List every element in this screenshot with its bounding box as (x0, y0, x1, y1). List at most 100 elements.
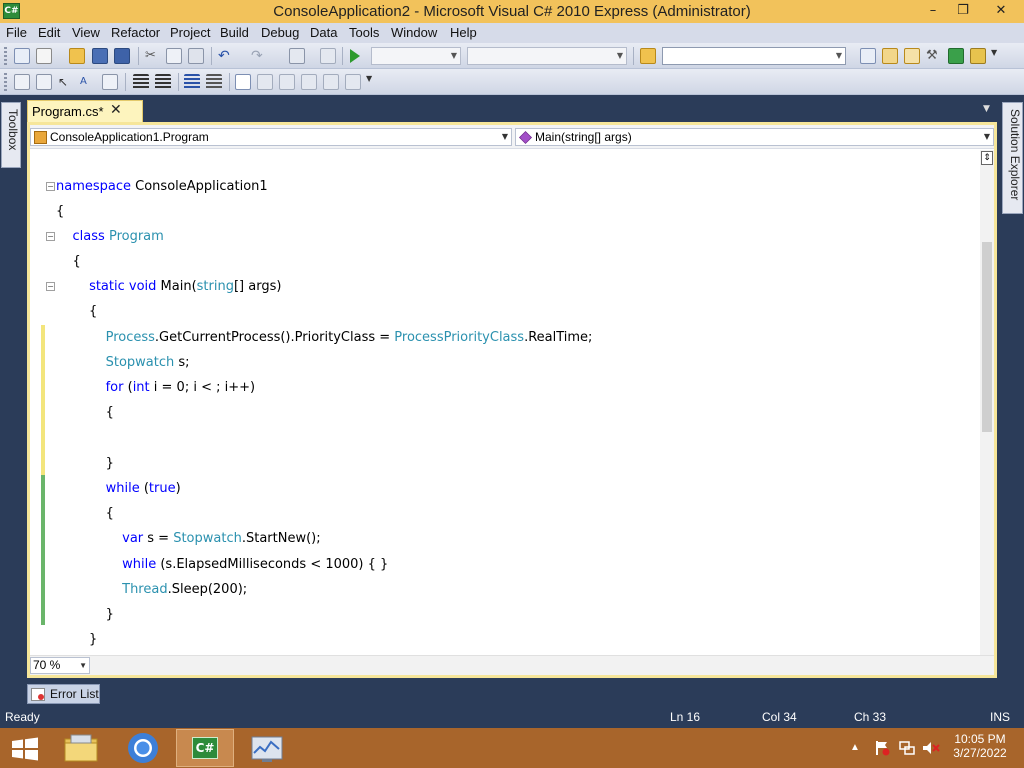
text-editor-toolbar: ↖ A ▼ (0, 69, 1024, 95)
toolbar-grip[interactable] (4, 73, 7, 91)
code-area[interactable]: − − − namespace ConsoleApplication1 { cl… (30, 150, 980, 655)
menu-window[interactable]: Window (391, 23, 437, 43)
network-icon[interactable] (899, 740, 915, 756)
windows-logo-icon (12, 737, 38, 761)
decrease-indent-icon[interactable] (133, 74, 149, 90)
volume-muted-icon[interactable] (922, 740, 940, 756)
splitter-icon[interactable]: ⇕ (981, 151, 993, 165)
toolbox-tab[interactable]: Toolbox (1, 102, 21, 168)
next-bookmark-in-folder-icon[interactable] (323, 74, 339, 90)
code-line: Stopwatch s; (105, 355, 190, 370)
next-bookmark-icon[interactable] (279, 74, 295, 90)
find-in-files-icon[interactable] (640, 48, 656, 64)
redo-icon[interactable]: ↷ (251, 48, 267, 64)
menu-project[interactable]: Project (170, 23, 210, 43)
open-folder-icon[interactable] (69, 48, 85, 64)
close-button[interactable]: ✕ (978, 0, 1024, 22)
add-item-icon[interactable] (36, 48, 52, 64)
visual-csharp-icon: C# (192, 737, 218, 759)
performance-monitor-taskbar-button[interactable] (238, 729, 296, 767)
file-explorer-taskbar-button[interactable] (52, 729, 110, 767)
status-column: Col 34 (762, 710, 797, 724)
menu-debug[interactable]: Debug (261, 23, 299, 43)
types-combo[interactable]: ConsoleApplication1.Program ▼ (30, 128, 512, 146)
vertical-scrollbar[interactable]: ⇕ (980, 150, 994, 655)
code-line: } (56, 632, 98, 647)
complete-word-icon[interactable]: A (80, 74, 96, 90)
close-tab-icon[interactable]: ✕ (110, 102, 122, 118)
show-hidden-icons[interactable]: ▲ (850, 728, 864, 768)
navigate-backward-icon[interactable] (289, 48, 305, 64)
collapse-class-icon[interactable]: − (46, 232, 55, 241)
cut-icon[interactable]: ✂ (145, 48, 161, 64)
clear-bookmarks-icon[interactable] (345, 74, 361, 90)
uncomment-lines-icon[interactable] (206, 74, 222, 90)
new-project-icon[interactable] (14, 48, 30, 64)
members-combo[interactable]: Main(string[] args) ▼ (515, 128, 994, 146)
save-all-icon[interactable] (114, 48, 130, 64)
comment-lines-icon[interactable] (184, 74, 200, 90)
undo-icon[interactable]: ↶ (218, 48, 234, 64)
extension-manager-icon[interactable] (970, 48, 986, 64)
quick-info-icon[interactable]: ↖ (58, 74, 74, 90)
solution-platform-combo[interactable]: ▼ (467, 47, 627, 65)
start-page-icon[interactable] (948, 48, 964, 64)
save-icon[interactable] (92, 48, 108, 64)
action-center-flag-icon[interactable] (874, 740, 890, 756)
zoom-value: 70 % (33, 658, 61, 672)
restore-button[interactable]: ❐ (948, 0, 978, 22)
toolbar-overflow-icon[interactable]: ▼ (991, 48, 999, 64)
menu-refactor[interactable]: Refactor (111, 23, 160, 43)
solution-explorer-icon[interactable] (860, 48, 876, 64)
menu-help[interactable]: Help (450, 23, 477, 43)
solution-explorer-tab[interactable]: Solution Explorer (1002, 102, 1023, 214)
menu-build[interactable]: Build (220, 23, 249, 43)
code-line: while (true) (105, 481, 181, 496)
collapse-method-icon[interactable]: − (46, 282, 55, 291)
increase-indent-icon[interactable] (155, 74, 171, 90)
code-line: Process.GetCurrentProcess().PriorityClas… (105, 330, 593, 345)
object-members-icon[interactable] (14, 74, 30, 90)
class-icon (34, 131, 47, 144)
minimize-button[interactable]: – (918, 0, 948, 22)
scrollbar-thumb[interactable] (982, 242, 992, 432)
menu-tools[interactable]: Tools (349, 23, 379, 43)
code-line: while (s.ElapsedMilliseconds < 1000) { } (122, 557, 389, 572)
previous-bookmark-in-folder-icon[interactable] (301, 74, 317, 90)
clock[interactable]: 10:05 PM 3/27/2022 (948, 728, 1012, 768)
object-browser-icon[interactable] (904, 48, 920, 64)
error-list-tab[interactable]: Error List (27, 684, 100, 704)
find-combo[interactable]: ▼ (662, 47, 846, 65)
left-dock-strip (0, 96, 22, 708)
visual-csharp-taskbar-button[interactable]: C# (176, 729, 234, 767)
window-title: ConsoleApplication2 - Microsoft Visual C… (273, 3, 751, 20)
performance-monitor-icon (251, 736, 283, 762)
previous-bookmark-icon[interactable] (257, 74, 273, 90)
toolbar-overflow-icon[interactable]: ▼ (366, 74, 374, 90)
menu-edit[interactable]: Edit (38, 23, 60, 43)
menu-file[interactable]: File (6, 23, 27, 43)
tab-program-cs[interactable]: Program.cs* ✕ (27, 100, 143, 122)
properties-icon[interactable] (882, 48, 898, 64)
display-word-completion-icon[interactable] (102, 74, 118, 90)
menu-view[interactable]: View (72, 23, 100, 43)
navigate-forward-icon[interactable] (320, 48, 336, 64)
types-combo-value: ConsoleApplication1.Program (50, 130, 209, 144)
start-button[interactable] (0, 729, 58, 767)
menu-data[interactable]: Data (310, 23, 337, 43)
copy-icon[interactable] (166, 48, 182, 64)
chrome-taskbar-button[interactable] (114, 729, 172, 767)
error-list-icon (31, 688, 45, 701)
active-files-dropdown-icon[interactable]: ▼ (983, 104, 990, 114)
collapse-namespace-icon[interactable]: − (46, 182, 55, 191)
toolbox-tools-icon[interactable]: ⚒ (926, 48, 942, 64)
start-debugging-icon[interactable] (350, 49, 360, 63)
paste-icon[interactable] (188, 48, 204, 64)
horizontal-scrollbar[interactable]: 70 % ▼ (30, 655, 994, 675)
solution-configuration-combo[interactable]: ▼ (371, 47, 461, 65)
clock-date: 3/27/2022 (953, 746, 1007, 760)
parameter-info-icon[interactable] (36, 74, 52, 90)
toolbar-grip[interactable] (4, 47, 7, 65)
zoom-combo[interactable]: 70 % ▼ (30, 657, 90, 674)
toggle-bookmark-icon[interactable] (235, 74, 251, 90)
